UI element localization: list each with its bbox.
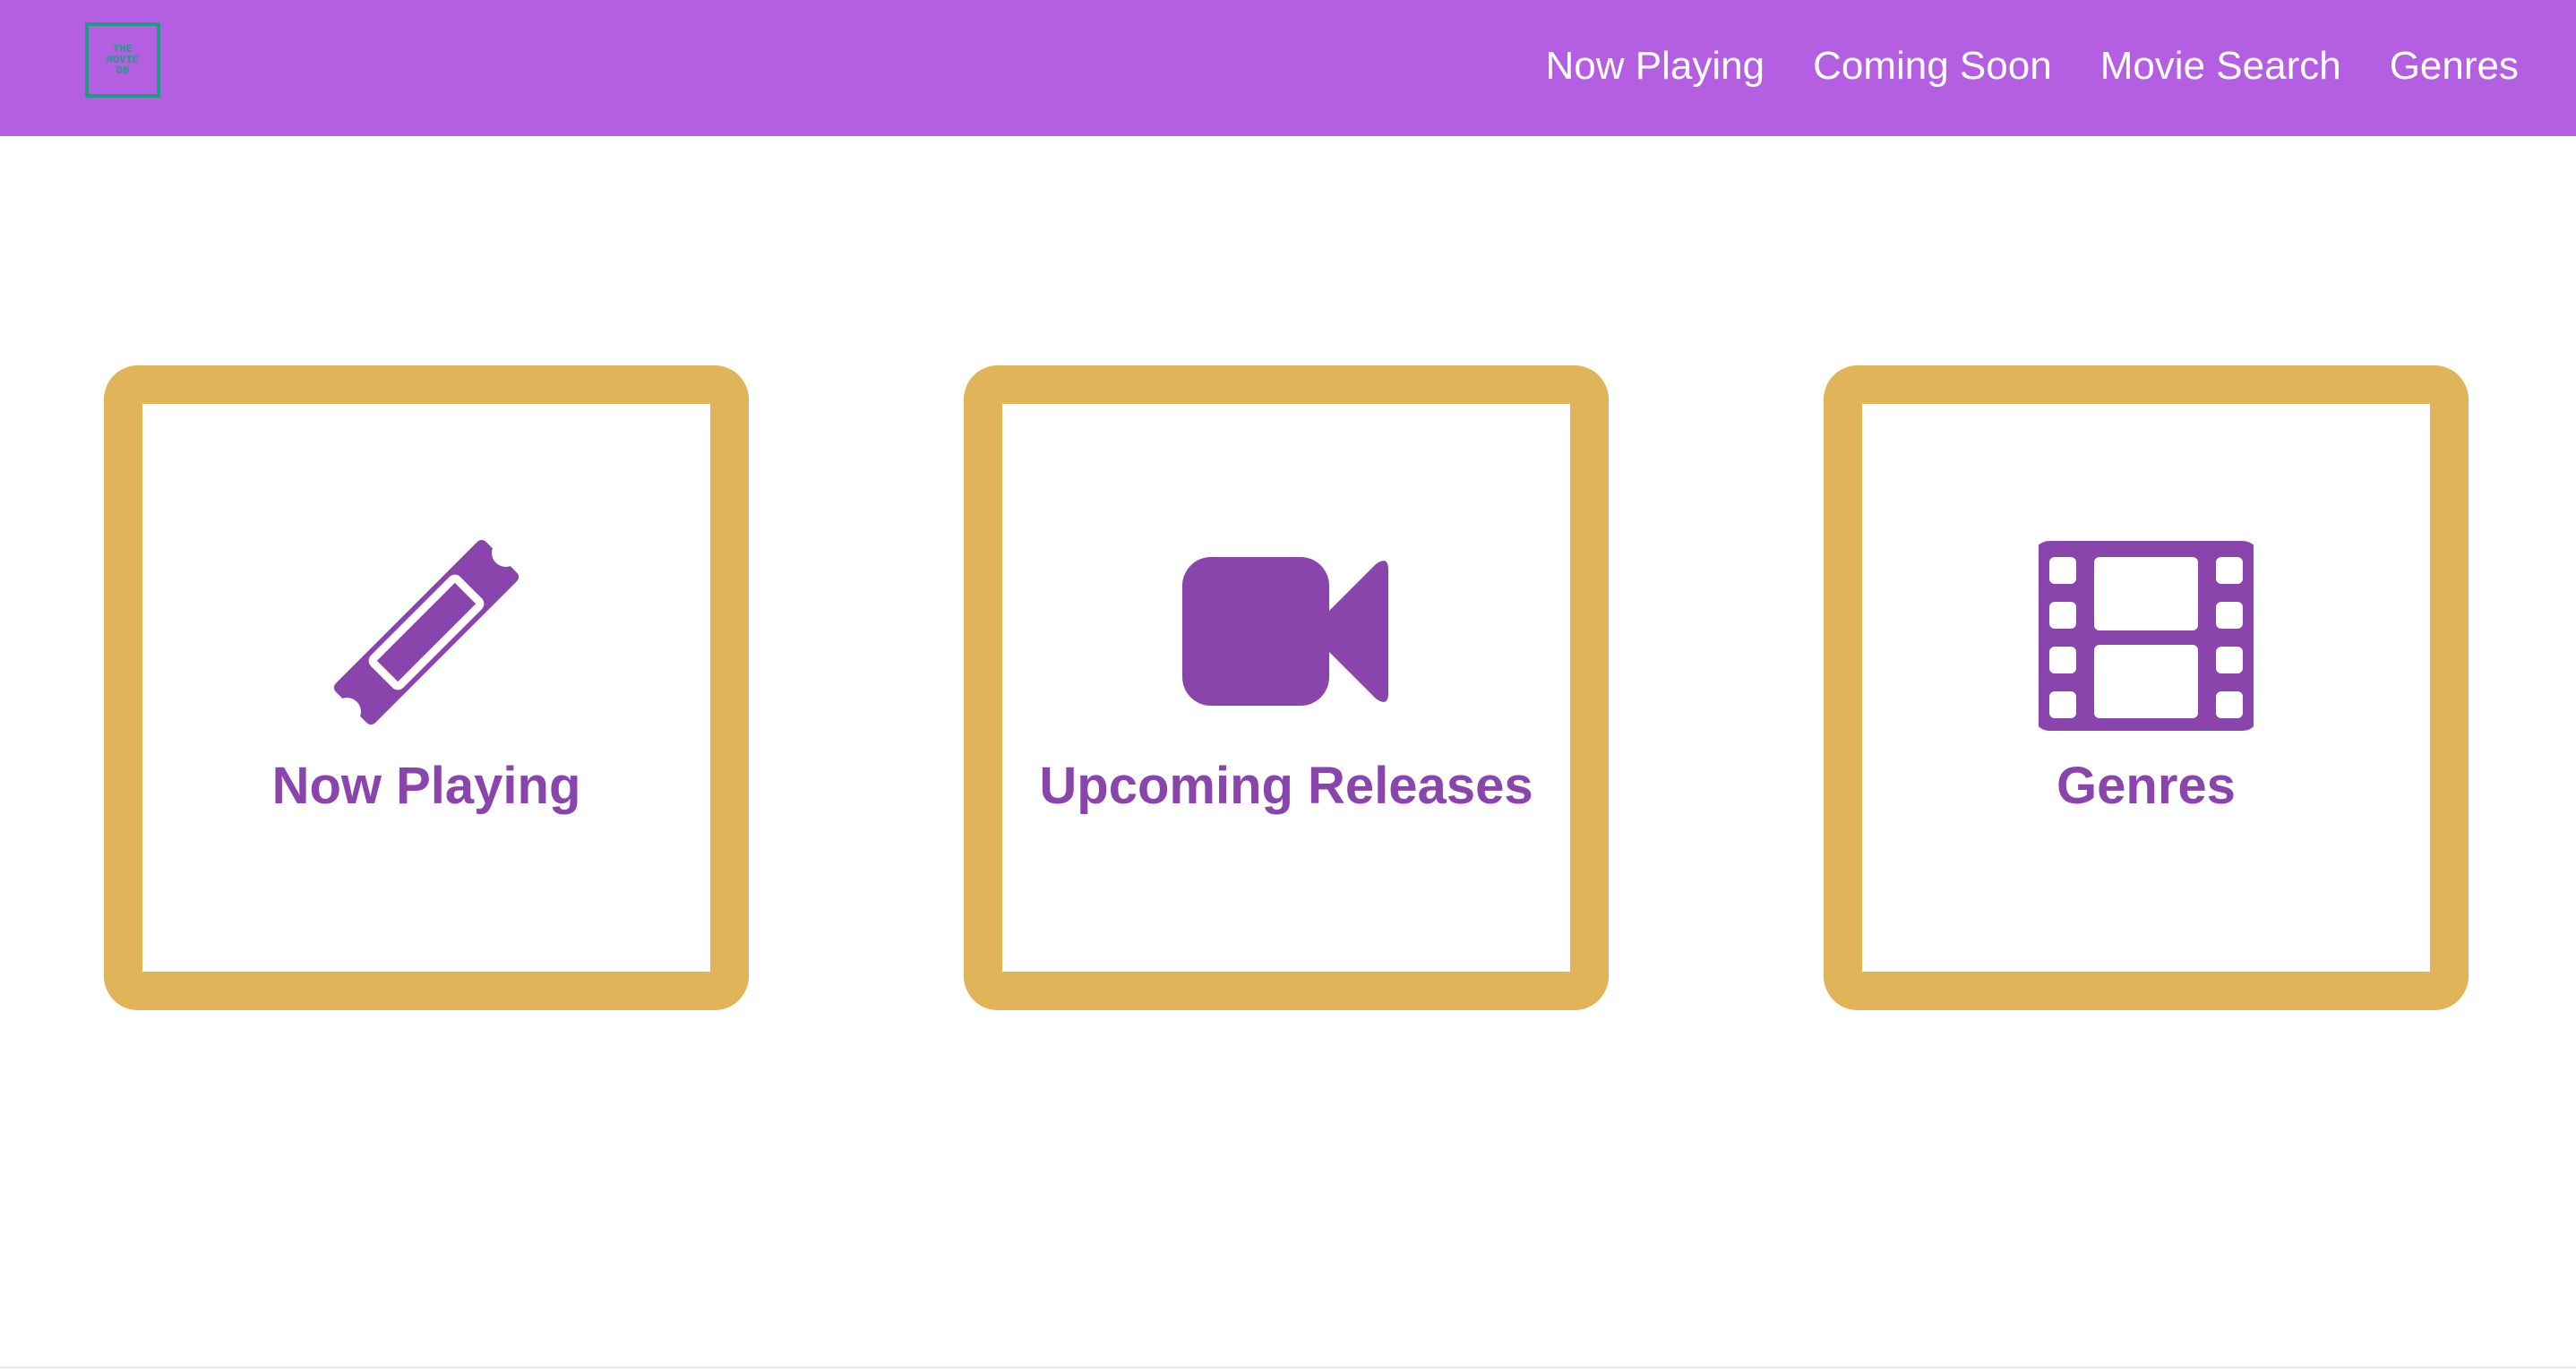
card-label-genres: Genres bbox=[2057, 757, 2236, 815]
logo-line-3: DB bbox=[116, 64, 130, 77]
nav-link-now-playing[interactable]: Now Playing bbox=[1546, 41, 1765, 91]
nav-link-genres[interactable]: Genres bbox=[2390, 41, 2519, 91]
card-label-now-playing: Now Playing bbox=[271, 757, 581, 815]
card-upcoming-releases[interactable]: Upcoming Releases bbox=[964, 365, 1609, 1010]
bottom-divider bbox=[0, 1367, 2576, 1368]
main-nav: Now Playing Coming Soon Movie Search Gen… bbox=[1546, 41, 2519, 91]
ticket-icon bbox=[333, 539, 519, 725]
nav-link-coming-soon[interactable]: Coming Soon bbox=[1813, 41, 2052, 91]
card-label-upcoming-releases: Upcoming Releases bbox=[1039, 757, 1533, 815]
video-camera-icon bbox=[1182, 557, 1388, 706]
card-genres[interactable]: Genres bbox=[1824, 365, 2469, 1010]
film-icon bbox=[2039, 541, 2254, 731]
top-navbar: THE MOVIE DB Now Playing Coming Soon Mov… bbox=[0, 0, 2576, 136]
card-now-playing[interactable]: Now Playing bbox=[104, 365, 749, 1010]
nav-link-movie-search[interactable]: Movie Search bbox=[2100, 41, 2341, 91]
site-logo[interactable]: THE MOVIE DB bbox=[85, 22, 160, 98]
